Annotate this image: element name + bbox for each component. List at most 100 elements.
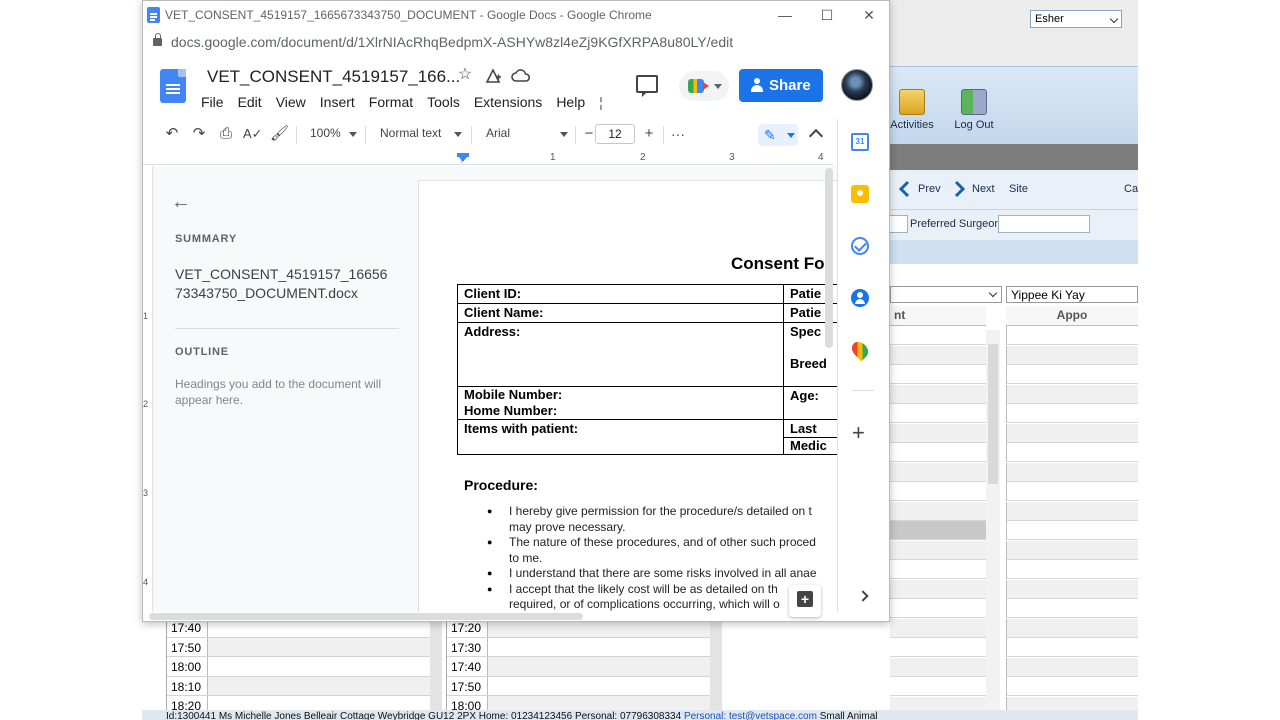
list-item[interactable]: The nature of these procedures, and of o… <box>487 535 837 551</box>
calendar-row[interactable]: 17:50 <box>447 676 712 696</box>
address-cell[interactable]: Address: <box>457 322 784 387</box>
table-row[interactable] <box>890 677 986 696</box>
back-arrow-icon[interactable]: ← <box>171 192 191 212</box>
calendar-row[interactable]: 18:10 <box>167 676 432 696</box>
table-row[interactable] <box>890 599 986 618</box>
url-text[interactable]: docs.google.com/document/d/1XlrNIAcRhqBe… <box>171 34 733 50</box>
list-item[interactable]: I understand that there are some risks i… <box>487 566 837 582</box>
bg-scrollbar-thumb[interactable] <box>988 344 998 484</box>
table-row[interactable] <box>1006 657 1138 677</box>
table-row[interactable] <box>890 657 986 677</box>
table-row[interactable] <box>1006 638 1138 657</box>
calendar-slot[interactable] <box>207 637 432 656</box>
age-cell[interactable]: Age: <box>783 386 837 420</box>
column-select-right[interactable]: Yippee Ki Yay <box>1006 286 1138 303</box>
minimize-button[interactable]: — <box>771 5 799 25</box>
preferred-surgeon-input[interactable] <box>998 215 1090 233</box>
move-to-drive-icon[interactable] <box>483 66 503 86</box>
document-title[interactable]: VET_CONSENT_4519157_166... <box>207 67 460 87</box>
maps-icon[interactable] <box>848 338 872 362</box>
prev-button[interactable]: Prev <box>918 183 941 195</box>
table-row[interactable] <box>890 365 986 384</box>
menu-view[interactable]: View <box>276 93 306 111</box>
table-row[interactable] <box>1006 540 1138 560</box>
table-row[interactable] <box>1006 618 1138 638</box>
activities-button[interactable]: Activities <box>890 89 934 131</box>
chevron-right-icon[interactable] <box>857 590 869 602</box>
menu-file[interactable]: File <box>201 93 224 111</box>
last-medic-cell[interactable]: Last Medic <box>783 419 837 455</box>
table-row[interactable] <box>1006 423 1138 443</box>
star-icon[interactable]: ☆ <box>455 65 475 85</box>
table-row[interactable] <box>890 638 986 657</box>
table-row[interactable] <box>890 560 986 579</box>
table-row[interactable] <box>890 326 986 345</box>
calendar-row[interactable]: 17:30 <box>447 637 712 657</box>
calendar-icon[interactable]: 31 <box>851 133 869 151</box>
menu-format[interactable]: Format <box>369 93 413 111</box>
table-row[interactable] <box>1006 384 1138 404</box>
calendar-left-scrollbar[interactable] <box>430 618 442 710</box>
client-id-cell[interactable]: Client ID: <box>457 284 784 304</box>
calendar-slot[interactable] <box>207 657 432 676</box>
indent-marker[interactable] <box>457 153 469 162</box>
menu-help[interactable]: Help <box>556 93 585 111</box>
table-row[interactable] <box>890 443 986 462</box>
list-item[interactable]: required, or of complications occurring,… <box>487 597 837 612</box>
maximize-button[interactable]: ☐ <box>813 5 841 25</box>
undo-icon[interactable]: ↶ <box>163 125 181 143</box>
table-row[interactable] <box>1006 521 1138 540</box>
table-row[interactable] <box>1006 462 1138 482</box>
list-item[interactable]: I hereby give permission for the procedu… <box>487 504 837 520</box>
table-row[interactable] <box>1006 365 1138 384</box>
comment-history-icon[interactable] <box>636 75 658 97</box>
table-row[interactable] <box>1006 345 1138 365</box>
table-row[interactable] <box>1006 677 1138 696</box>
calendar-row[interactable]: 17:50 <box>167 637 432 657</box>
spellcheck-icon[interactable]: A✓ <box>243 125 263 143</box>
menu-more[interactable]: ¦ <box>599 93 603 111</box>
calendar-slot[interactable] <box>207 676 432 695</box>
horizontal-ruler[interactable]: 1 2 3 4 <box>143 149 833 165</box>
close-button[interactable]: ✕ <box>855 5 883 25</box>
menu-extensions[interactable]: Extensions <box>474 93 542 111</box>
next-chevron-icon[interactable] <box>954 180 966 198</box>
table-row[interactable] <box>890 404 986 423</box>
calendar-mid-scrollbar[interactable] <box>710 618 722 710</box>
paragraph-style-select[interactable]: Normal text <box>380 126 441 140</box>
table-row[interactable] <box>1006 599 1138 618</box>
contacts-icon[interactable] <box>851 289 869 307</box>
summary-text[interactable]: VET_CONSENT_4519157_1665673343750_DOCUME… <box>175 265 395 303</box>
zoom-select[interactable]: 100% <box>310 126 341 140</box>
phone-cell[interactable]: Mobile Number: Home Number: <box>457 386 784 420</box>
tasks-icon[interactable] <box>851 237 869 255</box>
table-row[interactable] <box>1006 326 1138 345</box>
menu-edit[interactable]: Edit <box>238 93 262 111</box>
menu-tools[interactable]: Tools <box>427 93 460 111</box>
table-row[interactable] <box>890 579 986 599</box>
font-select[interactable]: Arial <box>486 126 510 140</box>
calendar-slot[interactable] <box>487 637 712 656</box>
column-select-left[interactable] <box>890 286 1002 303</box>
calendar-row[interactable]: 17:40 <box>447 657 712 677</box>
table-row[interactable] <box>890 618 986 638</box>
prev-chevron-icon[interactable] <box>898 180 910 198</box>
collapse-menus-icon[interactable] <box>808 128 824 144</box>
keep-icon[interactable] <box>851 185 869 203</box>
table-row[interactable] <box>890 501 986 521</box>
explore-icon[interactable] <box>789 585 821 617</box>
table-row[interactable] <box>1006 404 1138 423</box>
vertical-ruler[interactable]: 1 2 3 4 <box>143 166 153 612</box>
meet-button[interactable] <box>679 71 729 101</box>
list-item[interactable]: may prove necessary. <box>487 520 837 536</box>
table-row[interactable] <box>890 423 986 443</box>
table-row[interactable] <box>890 521 986 540</box>
horizontal-scrollbar[interactable] <box>149 613 583 620</box>
cloud-status-icon[interactable] <box>511 66 531 86</box>
client-email-link[interactable]: Personal: test@vetspace.com <box>684 711 817 720</box>
more-options-icon[interactable]: ··· <box>669 125 687 143</box>
table-row[interactable] <box>890 462 986 482</box>
document-scrollbar-thumb[interactable] <box>825 168 833 348</box>
redo-icon[interactable]: ↷ <box>190 125 208 143</box>
lock-icon[interactable] <box>153 33 162 46</box>
